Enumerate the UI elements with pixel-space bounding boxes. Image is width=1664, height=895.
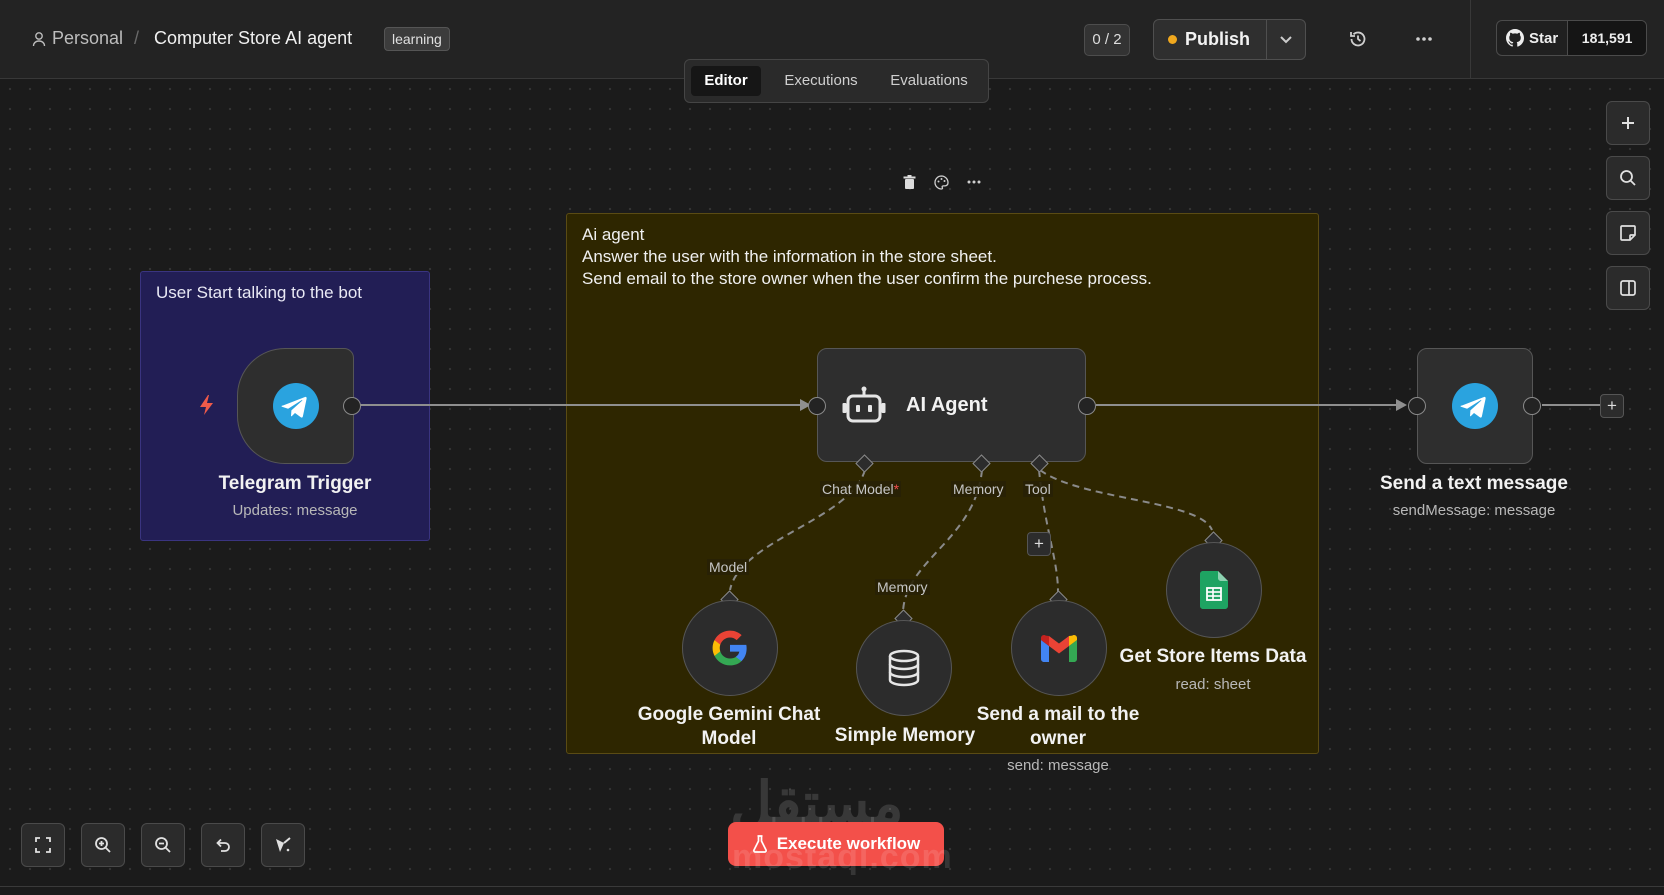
watermark-latin: mostaql.com — [732, 838, 953, 876]
sticky-note-icon — [1620, 225, 1636, 241]
add-node-button[interactable]: + — [1600, 394, 1624, 418]
telegram-icon — [1452, 383, 1498, 429]
fullscreen-icon — [35, 837, 51, 853]
ai-agent-title: AI Agent — [906, 393, 988, 416]
google-sheets-icon — [1200, 571, 1228, 609]
telegram-trigger-subtitle: Updates: message — [232, 502, 358, 519]
required-mark: * — [893, 481, 900, 497]
connection-tool-sheets — [1039, 469, 1213, 531]
gemini-chat-model-node[interactable] — [682, 600, 778, 696]
simple-memory-node[interactable] — [856, 620, 952, 716]
plus-icon — [1622, 117, 1634, 129]
database-icon — [888, 649, 920, 687]
zoom-in-button[interactable] — [81, 823, 125, 867]
model-input-label: Model — [707, 559, 750, 575]
search-icon — [1620, 170, 1636, 186]
send-mail-title-line2: owner — [1030, 728, 1086, 749]
undo-button[interactable] — [201, 823, 245, 867]
arrowhead — [1396, 399, 1407, 411]
agent-input-handle[interactable] — [808, 397, 826, 415]
toggle-panel-button[interactable] — [1606, 266, 1650, 310]
bottom-border — [0, 886, 1664, 887]
telegram-icon — [272, 383, 319, 429]
tool-port-label: Tool — [1023, 481, 1053, 497]
send-mail-title-line1: Send a mail to the — [976, 704, 1140, 725]
chat-model-port-text: Chat Model — [822, 481, 894, 497]
panel-icon — [1620, 280, 1636, 296]
undo-icon — [216, 838, 230, 852]
gemini-title: Google Gemini Chat Model — [620, 703, 838, 751]
agent-output-handle[interactable] — [1078, 397, 1096, 415]
ai-agent-node[interactable]: AI Agent — [817, 348, 1086, 462]
broom-icon — [276, 837, 291, 852]
search-nodes-button[interactable] — [1606, 156, 1650, 200]
gmail-icon — [1041, 634, 1077, 662]
tidy-up-button[interactable] — [261, 823, 305, 867]
gemini-title-line1: Google Gemini Chat — [637, 704, 821, 725]
gemini-title-line2: Model — [701, 728, 757, 749]
trigger-output-handle[interactable] — [343, 397, 361, 415]
zoom-out-icon — [155, 837, 171, 853]
memory-input-label: Memory — [875, 579, 930, 595]
lightning-icon — [200, 395, 213, 415]
add-node-side-button[interactable] — [1606, 101, 1650, 145]
send-mail-node[interactable] — [1011, 600, 1107, 696]
chat-model-port-label: Chat Model* — [820, 481, 902, 497]
google-icon — [712, 630, 747, 666]
send-input-handle[interactable] — [1408, 397, 1426, 415]
get-store-items-subtitle: read: sheet — [1175, 676, 1251, 693]
send-text-message-node[interactable] — [1417, 348, 1533, 464]
send-text-title: Send a text message — [1380, 473, 1568, 494]
fit-view-button[interactable] — [21, 823, 65, 867]
add-sticky-button[interactable] — [1606, 211, 1650, 255]
get-store-items-node[interactable] — [1166, 542, 1262, 638]
send-text-subtitle: sendMessage: message — [1392, 502, 1556, 519]
robot-icon — [842, 386, 886, 423]
zoom-out-button[interactable] — [141, 823, 185, 867]
zoom-in-icon — [95, 837, 111, 853]
add-tool-button[interactable]: + — [1027, 532, 1051, 556]
send-mail-title: Send a mail to the owner — [945, 703, 1171, 751]
get-store-items-title: Get Store Items Data — [1119, 646, 1307, 667]
send-mail-subtitle: send: message — [1007, 757, 1109, 774]
send-output-handle[interactable] — [1523, 397, 1541, 415]
memory-port-label: Memory — [951, 481, 1006, 497]
telegram-trigger-node[interactable] — [237, 348, 354, 464]
telegram-trigger-title: Telegram Trigger — [218, 473, 372, 494]
